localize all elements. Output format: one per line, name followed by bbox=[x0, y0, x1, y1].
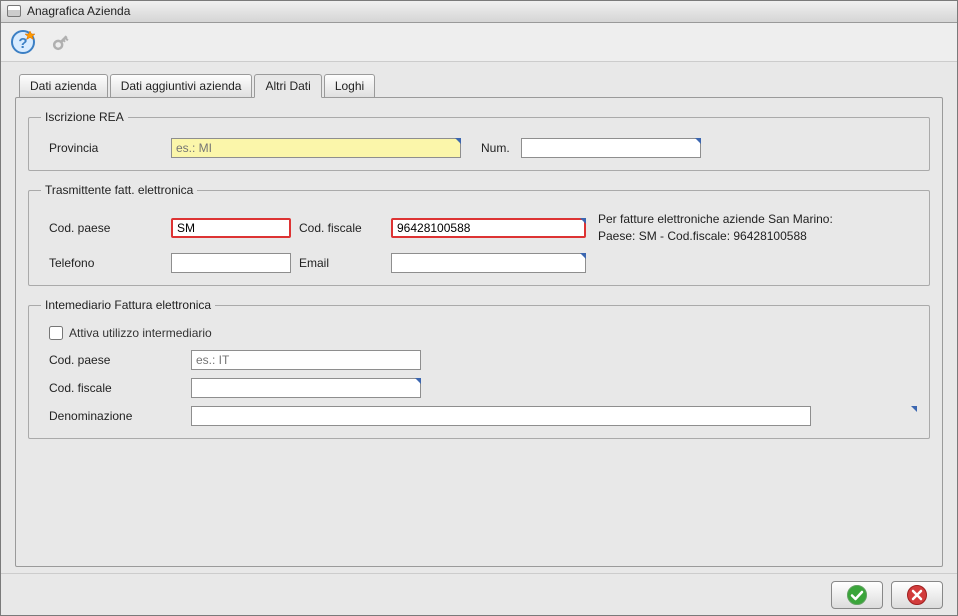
key-button[interactable] bbox=[47, 28, 75, 56]
label-cod-fiscale: Cod. fiscale bbox=[291, 221, 391, 235]
tab-loghi[interactable]: Loghi bbox=[324, 74, 375, 97]
label-telefono: Telefono bbox=[41, 256, 171, 270]
fieldset-trasmittente: Trasmittente fatt. elettronica Cod. paes… bbox=[28, 183, 930, 286]
input-denominazione[interactable] bbox=[191, 406, 811, 426]
svg-text:?: ? bbox=[18, 35, 27, 52]
label-denominazione: Denominazione bbox=[41, 409, 191, 423]
content-area: Dati azienda Dati aggiuntivi azienda Alt… bbox=[1, 62, 957, 573]
input-email[interactable] bbox=[391, 253, 586, 273]
label-int-cod-paese: Cod. paese bbox=[41, 353, 191, 367]
label-email: Email bbox=[291, 256, 391, 270]
input-cod-paese[interactable] bbox=[171, 218, 291, 238]
hint-san-marino: Per fatture elettroniche aziende San Mar… bbox=[586, 211, 917, 245]
footer bbox=[1, 573, 957, 615]
input-int-cod-fiscale[interactable] bbox=[191, 378, 421, 398]
label-attiva-intermediario: Attiva utilizzo intermediario bbox=[69, 326, 212, 340]
legend-rea: Iscrizione REA bbox=[41, 110, 128, 124]
fieldset-iscrizione-rea: Iscrizione REA Provincia Num. bbox=[28, 110, 930, 171]
tab-dati-aggiuntivi[interactable]: Dati aggiuntivi azienda bbox=[110, 74, 253, 97]
titlebar: Anagrafica Azienda bbox=[1, 1, 957, 23]
tab-dati-azienda[interactable]: Dati azienda bbox=[19, 74, 108, 97]
tabstrip: Dati azienda Dati aggiuntivi azienda Alt… bbox=[15, 74, 943, 97]
fieldset-intermediario: Intemediario Fattura elettronica Attiva … bbox=[28, 298, 930, 439]
ok-button[interactable] bbox=[831, 581, 883, 609]
legend-trasmittente: Trasmittente fatt. elettronica bbox=[41, 183, 197, 197]
hint-line1: Per fatture elettroniche aziende San Mar… bbox=[598, 211, 917, 228]
label-cod-paese: Cod. paese bbox=[41, 221, 171, 235]
label-num: Num. bbox=[461, 141, 521, 155]
toolbar: ? bbox=[1, 23, 957, 63]
input-num[interactable] bbox=[521, 138, 701, 158]
input-telefono[interactable] bbox=[171, 253, 291, 273]
input-provincia[interactable] bbox=[171, 138, 461, 158]
help-star-button[interactable]: ? bbox=[9, 28, 37, 56]
tab-panel-altri-dati: Iscrizione REA Provincia Num. Trasmitten… bbox=[15, 97, 943, 567]
input-cod-fiscale[interactable] bbox=[391, 218, 586, 238]
label-provincia: Provincia bbox=[41, 141, 171, 155]
label-int-cod-fiscale: Cod. fiscale bbox=[41, 381, 191, 395]
cancel-button[interactable] bbox=[891, 581, 943, 609]
input-int-cod-paese[interactable] bbox=[191, 350, 421, 370]
tab-altri-dati[interactable]: Altri Dati bbox=[254, 74, 321, 98]
dialog-window: Anagrafica Azienda ? Dati azienda bbox=[0, 0, 958, 616]
legend-intermediario: Intemediario Fattura elettronica bbox=[41, 298, 215, 312]
hint-line2: Paese: SM - Cod.fiscale: 96428100588 bbox=[598, 228, 917, 245]
window-icon bbox=[7, 5, 21, 17]
checkbox-attiva-intermediario[interactable] bbox=[49, 326, 63, 340]
window-title: Anagrafica Azienda bbox=[27, 4, 130, 18]
